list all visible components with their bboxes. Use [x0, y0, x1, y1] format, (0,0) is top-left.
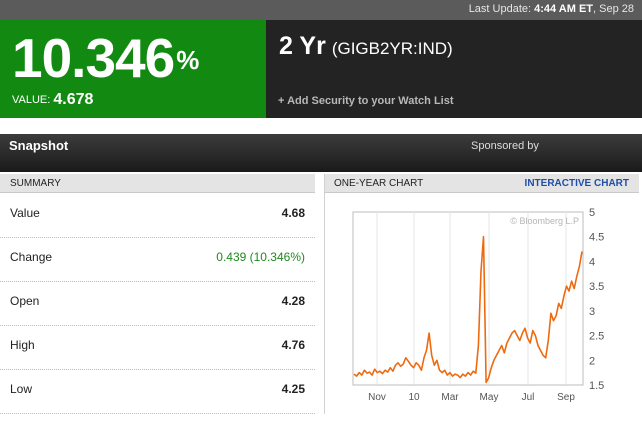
- percent-sign: %: [176, 45, 199, 75]
- row-value: 4.68: [281, 206, 305, 220]
- x-tick-label: Nov: [368, 392, 386, 403]
- last-update-time: 4:44 AM ET: [534, 3, 594, 15]
- row-value: 4.28: [281, 294, 305, 308]
- current-value: VALUE: 4.678: [12, 90, 93, 108]
- change-percent: 10.346%: [12, 26, 199, 90]
- price-change-panel: 10.346% VALUE: 4.678: [0, 20, 266, 118]
- x-tick-label: Sep: [557, 392, 575, 403]
- y-tick-label: 2.5: [589, 331, 604, 343]
- add-to-watchlist-link[interactable]: + Add Security to your Watch List: [278, 95, 454, 107]
- chart-area: Nov 10 Mar May Jul Sep 5 4.5 4 3.5 3 2.5 2 1.5 © Bloom…: [325, 194, 638, 417]
- y-tick-label: 2: [589, 355, 595, 367]
- y-tick-label: 4: [589, 256, 595, 268]
- last-update: Last Update: 4:44 AM ET, Sep 28: [469, 3, 634, 15]
- chart-header: ONE-YEAR CHART INTERACTIVE CHART: [325, 174, 639, 193]
- row-label: High: [10, 338, 35, 352]
- summary-row-open: Open 4.28: [0, 281, 315, 326]
- summary-panel: SUMMARY Value 4.68 Change 0.439 (10.346%…: [0, 174, 315, 414]
- row-label: Low: [10, 382, 33, 396]
- interactive-chart-link[interactable]: INTERACTIVE CHART: [525, 174, 629, 193]
- security-name-panel: 2 Yr (GIGB2YR:IND) + Add Security to your…: [266, 20, 642, 118]
- summary-row-change: Change 0.439 (10.346%): [0, 237, 315, 282]
- sponsored-by-label: Sponsored by: [471, 140, 539, 152]
- row-value: 4.25: [281, 382, 305, 396]
- y-tick-label: 1.5: [589, 380, 604, 392]
- row-value: 4.76: [281, 338, 305, 352]
- y-tick-label: 3.5: [589, 281, 604, 293]
- top-status-bar: Last Update: 4:44 AM ET, Sep 28: [0, 0, 642, 20]
- y-tick-label: 4.5: [589, 232, 604, 244]
- summary-header: SUMMARY: [0, 174, 315, 193]
- summary-row-value: Value 4.68: [0, 193, 315, 238]
- x-tick-label: Mar: [441, 392, 459, 403]
- value-number: 4.678: [53, 91, 94, 108]
- x-tick-label: Jul: [522, 392, 535, 403]
- security-name: 2 Yr (GIGB2YR:IND): [279, 32, 453, 61]
- last-update-date: , Sep 28: [593, 3, 634, 15]
- row-label: Value: [10, 206, 40, 220]
- chart-panel: ONE-YEAR CHART INTERACTIVE CHART Nov 10 Ma…: [324, 174, 639, 414]
- plot-frame: [352, 211, 584, 386]
- summary-row-high: High 4.76: [0, 325, 315, 370]
- snapshot-bar: Snapshot Sponsored by: [0, 134, 642, 172]
- change-percent-value: 10.346: [12, 27, 175, 89]
- y-tick-label: 3: [589, 306, 595, 318]
- one-year-chart: Nov 10 Mar May Jul Sep 5 4.5 4 3.5 3 2.5 2 1.5 © Bloom…: [352, 207, 604, 403]
- row-value: 0.439 (10.346%): [216, 250, 305, 264]
- summary-row-low: Low 4.25: [0, 369, 315, 414]
- x-tick-label: 10: [408, 392, 420, 403]
- snapshot-title: Snapshot: [9, 138, 69, 153]
- last-update-label: Last Update:: [468, 3, 532, 15]
- bloomberg-watermark: © Bloomberg L.P: [510, 216, 579, 226]
- security-ticker: (GIGB2YR:IND): [331, 39, 453, 58]
- y-tick-label: 5: [589, 207, 595, 219]
- security-short-name: 2 Yr: [279, 32, 326, 60]
- chart-header-label: ONE-YEAR CHART: [334, 178, 424, 189]
- row-label: Change: [10, 250, 53, 264]
- value-label: VALUE:: [12, 94, 51, 106]
- row-label: Open: [10, 294, 40, 308]
- x-tick-label: May: [480, 392, 499, 403]
